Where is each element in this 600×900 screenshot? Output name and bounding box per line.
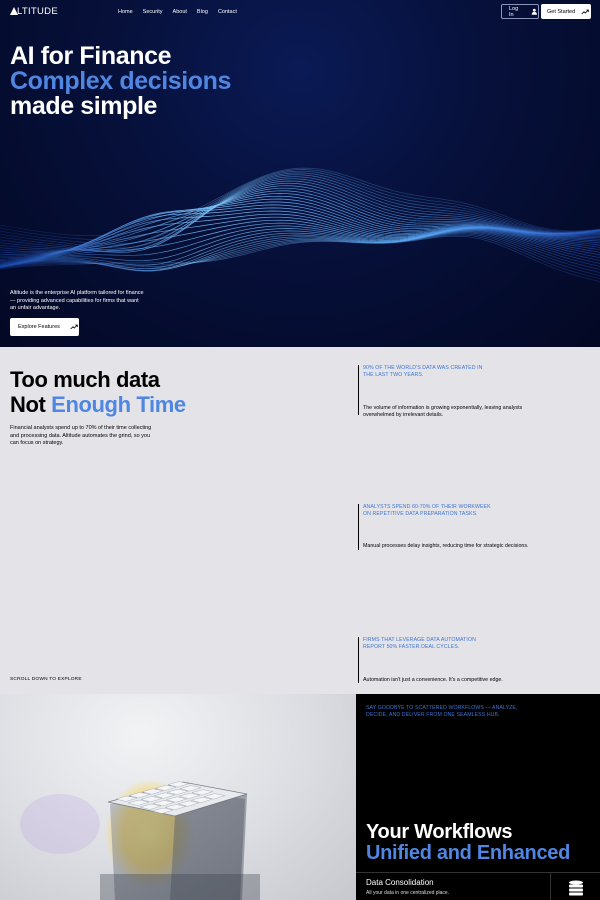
top-nav: LTITUDE Home Security About Blog Contact…	[0, 0, 600, 24]
stat-item: FIRMS THAT LEVERAGE DATA AUTOMATION REPO…	[358, 637, 558, 683]
logo[interactable]: LTITUDE	[10, 6, 58, 17]
nav-link-security[interactable]: Security	[143, 9, 163, 15]
scroll-hint: SCROLL DOWN TO EXPLORE	[10, 677, 82, 682]
stat-heading: 90% OF THE WORLD'S DATA WAS CREATED IN T…	[363, 365, 483, 378]
card-divider	[550, 873, 551, 900]
data-description: Financial analysts spend up to 70% of th…	[10, 425, 152, 446]
logo-text: LTITUDE	[17, 6, 58, 17]
data-section: Too much data Not Enough Time Financial …	[0, 347, 600, 694]
data-title: Too much data Not Enough Time	[10, 367, 186, 417]
stat-body: Manual processes delay insights, reducin…	[363, 543, 529, 549]
nav-link-blog[interactable]: Blog	[197, 9, 208, 15]
stat-body: The volume of information is growing exp…	[363, 405, 523, 418]
trend-arrow-icon	[581, 9, 589, 14]
data-title-line1: Too much data	[10, 367, 160, 392]
nav-link-home[interactable]: Home	[118, 9, 133, 15]
explore-label: Explore Features	[18, 324, 60, 330]
nav-link-contact[interactable]: Contact	[218, 9, 237, 15]
workflow-title: Your Workflows Unified and Enhanced	[366, 822, 570, 864]
stat-item: ANALYSTS SPEND 60-70% OF THEIR WORKWEEK …	[358, 504, 558, 550]
hero-section: LTITUDE Home Security About Blog Contact…	[0, 0, 600, 347]
user-icon	[532, 8, 538, 15]
stat-heading: ANALYSTS SPEND 60-70% OF THEIR WORKWEEK …	[363, 504, 491, 517]
nav-links: Home Security About Blog Contact	[118, 9, 237, 15]
explore-features-button[interactable]: Explore Features	[10, 318, 79, 336]
data-title-line2b: Enough Time	[51, 392, 186, 417]
database-icon	[569, 880, 583, 896]
hero-title-line3: made simple	[10, 92, 158, 120]
workflow-title-line2: Unified and Enhanced	[366, 842, 571, 864]
trend-arrow-icon	[70, 324, 78, 330]
workflow-section: SAY GOODBYE TO SCATTERED WORKFLOWS — ANA…	[356, 694, 600, 900]
get-started-button[interactable]: Get Started	[541, 4, 591, 19]
stat-body: Automation isn't just a convenience. It'…	[363, 677, 503, 683]
workflow-title-line1: Your Workflows	[366, 821, 513, 843]
login-label: Log In	[509, 5, 519, 18]
hero-description: Altitude is the enterprise AI platform t…	[10, 290, 144, 311]
hero-title: AI for Finance Complex decisions made si…	[10, 44, 231, 119]
hero-title-line1: AI for Finance	[10, 42, 172, 70]
nav-link-about[interactable]: About	[173, 9, 187, 15]
feature-card-title: Data Consolidation	[366, 878, 434, 887]
stat-heading: FIRMS THAT LEVERAGE DATA AUTOMATION REPO…	[363, 637, 476, 650]
login-button[interactable]: Log In	[501, 4, 539, 19]
workflow-heading: SAY GOODBYE TO SCATTERED WORKFLOWS — ANA…	[366, 705, 518, 718]
glass-cube-graphic	[20, 779, 260, 900]
feature-card-data-consolidation[interactable]: Data Consolidation All your data in one …	[356, 872, 600, 900]
feature-card-description: All your data in one centralized place.	[366, 890, 450, 896]
data-title-line2a: Not	[10, 392, 52, 417]
stat-item: 90% OF THE WORLD'S DATA WAS CREATED IN T…	[358, 365, 558, 418]
cube-image	[0, 694, 356, 900]
get-started-label: Get Started	[547, 8, 576, 15]
hero-title-line2: Complex decisions	[10, 67, 232, 95]
